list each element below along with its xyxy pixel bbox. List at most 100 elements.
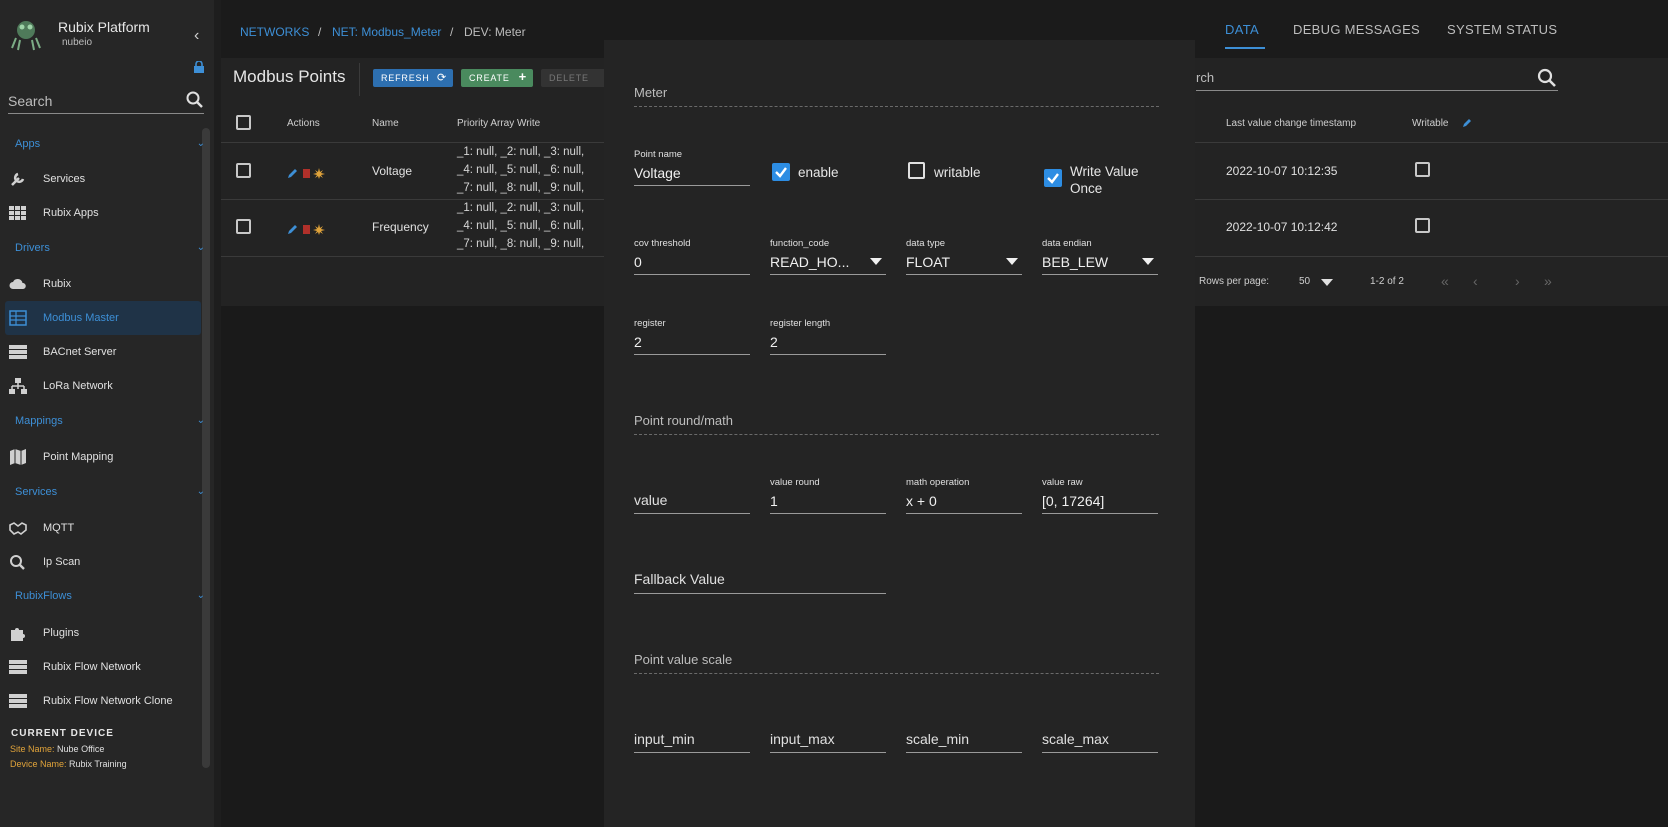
data-endian-select[interactable]: BEB_LEW: [1042, 254, 1108, 270]
check-icon: [775, 167, 787, 178]
next-page-icon[interactable]: ›: [1515, 273, 1520, 289]
register-field[interactable]: 2: [634, 334, 642, 350]
value-field[interactable]: value: [634, 492, 667, 508]
section-mappings[interactable]: Mappings ⌄: [15, 415, 205, 427]
wrench-icon: [11, 172, 25, 186]
data-endian-label: data endian: [1042, 238, 1092, 249]
delete-button-label: DELETE: [549, 73, 589, 83]
tab-data[interactable]: DATA: [1225, 22, 1259, 37]
column-name[interactable]: Name: [372, 118, 399, 129]
sidebar-item-modbus-master[interactable]: Modbus Master: [5, 301, 201, 335]
caret-down-icon[interactable]: [870, 258, 882, 265]
write-value-once-checkbox[interactable]: [1044, 169, 1062, 187]
scale-max-field[interactable]: scale_max: [1042, 731, 1109, 747]
field-underline: [906, 752, 1022, 753]
device-name-key: Device Name:: [10, 759, 67, 769]
lock-icon[interactable]: [193, 61, 205, 73]
sidebar: Rubix Platform nubeio ‹ Search Apps ⌄ Se…: [0, 0, 214, 827]
search-icon: [10, 555, 25, 570]
sidebar-item-plugins[interactable]: Plugins: [5, 616, 201, 650]
row-checkbox[interactable]: [236, 219, 251, 234]
points-search-input[interactable]: rch: [1196, 68, 1558, 91]
scale-min-field[interactable]: scale_min: [906, 731, 969, 747]
rows-per-page-select[interactable]: 50: [1299, 276, 1310, 287]
caret-down-icon[interactable]: [1142, 258, 1154, 265]
sidebar-item-mqtt[interactable]: MQTT: [5, 511, 201, 545]
input-min-field[interactable]: input_min: [634, 731, 695, 747]
chevron-down-icon: ⌄: [196, 242, 205, 253]
network-icon: [9, 378, 27, 394]
section-drivers-label: Drivers: [15, 242, 50, 254]
sidebar-search-input[interactable]: Search: [8, 88, 204, 114]
create-button[interactable]: CREATE +: [461, 69, 533, 87]
current-device-name: Device Name: Rubix Training: [10, 759, 127, 769]
column-last-change[interactable]: Last value change timestamp: [1226, 118, 1356, 129]
collapse-sidebar-icon[interactable]: ‹: [194, 27, 199, 45]
edit-icon[interactable]: [1462, 118, 1472, 128]
register-length-field[interactable]: 2: [770, 334, 778, 350]
section-mappings-label: Mappings: [15, 415, 63, 427]
row-timestamp: 2022-10-07 10:12:35: [1226, 164, 1338, 178]
section-drivers[interactable]: Drivers ⌄: [15, 242, 205, 254]
row-name: Frequency: [372, 220, 429, 234]
column-priority-array[interactable]: Priority Array Write: [457, 118, 540, 129]
sidebar-item-rubix-flow-network-clone[interactable]: Rubix Flow Network Clone: [5, 684, 201, 718]
sidebar-search-placeholder: Search: [8, 93, 53, 109]
row-checkbox[interactable]: [236, 163, 251, 178]
breadcrumb-networks[interactable]: NETWORKS: [240, 25, 309, 39]
sidebar-scrollbar[interactable]: [202, 128, 210, 768]
value-round-field[interactable]: 1: [770, 493, 778, 509]
refresh-button[interactable]: REFRESH ⟳: [373, 69, 453, 87]
data-type-select[interactable]: FLOAT: [906, 254, 950, 270]
sidebar-item-services[interactable]: Services: [5, 162, 201, 196]
function-code-select[interactable]: READ_HO...: [770, 254, 849, 270]
delete-icon: [303, 225, 310, 234]
row-writable-checkbox[interactable]: [1415, 218, 1430, 233]
caret-down-icon[interactable]: [1321, 279, 1333, 286]
sidebar-item-rubix-flow-network[interactable]: Rubix Flow Network: [5, 650, 201, 684]
sidebar-item-point-mapping[interactable]: Point Mapping: [5, 440, 201, 474]
math-operation-field[interactable]: x + 0: [906, 493, 937, 509]
sidebar-item-rubix-apps[interactable]: Rubix Apps: [5, 196, 201, 230]
section-rubixflows[interactable]: RubixFlows ⌄: [15, 590, 205, 602]
value-raw-label: value raw: [1042, 477, 1083, 488]
enable-checkbox[interactable]: [772, 163, 790, 181]
cov-threshold-label: cov threshold: [634, 238, 691, 249]
input-max-field[interactable]: input_max: [770, 731, 835, 747]
cloud-icon: [9, 278, 26, 289]
server-icon: [9, 345, 27, 359]
divider: [359, 63, 360, 96]
sidebar-item-ip-scan[interactable]: Ip Scan: [5, 545, 201, 579]
first-page-icon[interactable]: «: [1441, 273, 1449, 289]
settings-icon: [313, 224, 325, 235]
breadcrumb-network[interactable]: NET: Modbus_Meter: [332, 25, 441, 39]
data-type-label: data type: [906, 238, 946, 249]
row-actions: [288, 168, 325, 179]
tab-debug-messages[interactable]: DEBUG MESSAGES: [1293, 22, 1420, 37]
search-icon[interactable]: [1537, 68, 1557, 88]
column-writable[interactable]: Writable: [1412, 118, 1449, 129]
writable-checkbox[interactable]: [908, 162, 925, 179]
sidebar-item-lora-network[interactable]: LoRa Network: [5, 369, 201, 403]
delete-button[interactable]: DELETE: [541, 69, 611, 87]
row-timestamp: 2022-10-07 10:12:42: [1226, 220, 1338, 234]
section-services[interactable]: Services ⌄: [15, 486, 205, 498]
cov-threshold-field[interactable]: 0: [634, 254, 642, 270]
caret-down-icon[interactable]: [1006, 258, 1018, 265]
delete-icon: [303, 169, 310, 178]
fallback-value-field[interactable]: Fallback Value: [634, 571, 725, 587]
sidebar-item-bacnet-server[interactable]: BACnet Server: [5, 335, 201, 369]
row-priority-array: _1: null, _2: null, _3: null, _4: null, …: [457, 143, 584, 197]
sidebar-item-rubix[interactable]: Rubix: [5, 267, 201, 301]
select-all-checkbox[interactable]: [236, 115, 251, 130]
field-underline: [634, 513, 750, 514]
row-writable-checkbox[interactable]: [1415, 162, 1430, 177]
tab-data-indicator: [1225, 47, 1265, 49]
point-name-field[interactable]: Voltage: [634, 165, 681, 181]
section-apps[interactable]: Apps ⌄: [15, 138, 205, 150]
last-page-icon[interactable]: »: [1544, 273, 1552, 289]
section-divider: [634, 106, 1159, 107]
search-icon[interactable]: [186, 91, 204, 109]
previous-page-icon[interactable]: ‹: [1473, 273, 1478, 289]
tab-system-status[interactable]: SYSTEM STATUS: [1447, 22, 1557, 37]
